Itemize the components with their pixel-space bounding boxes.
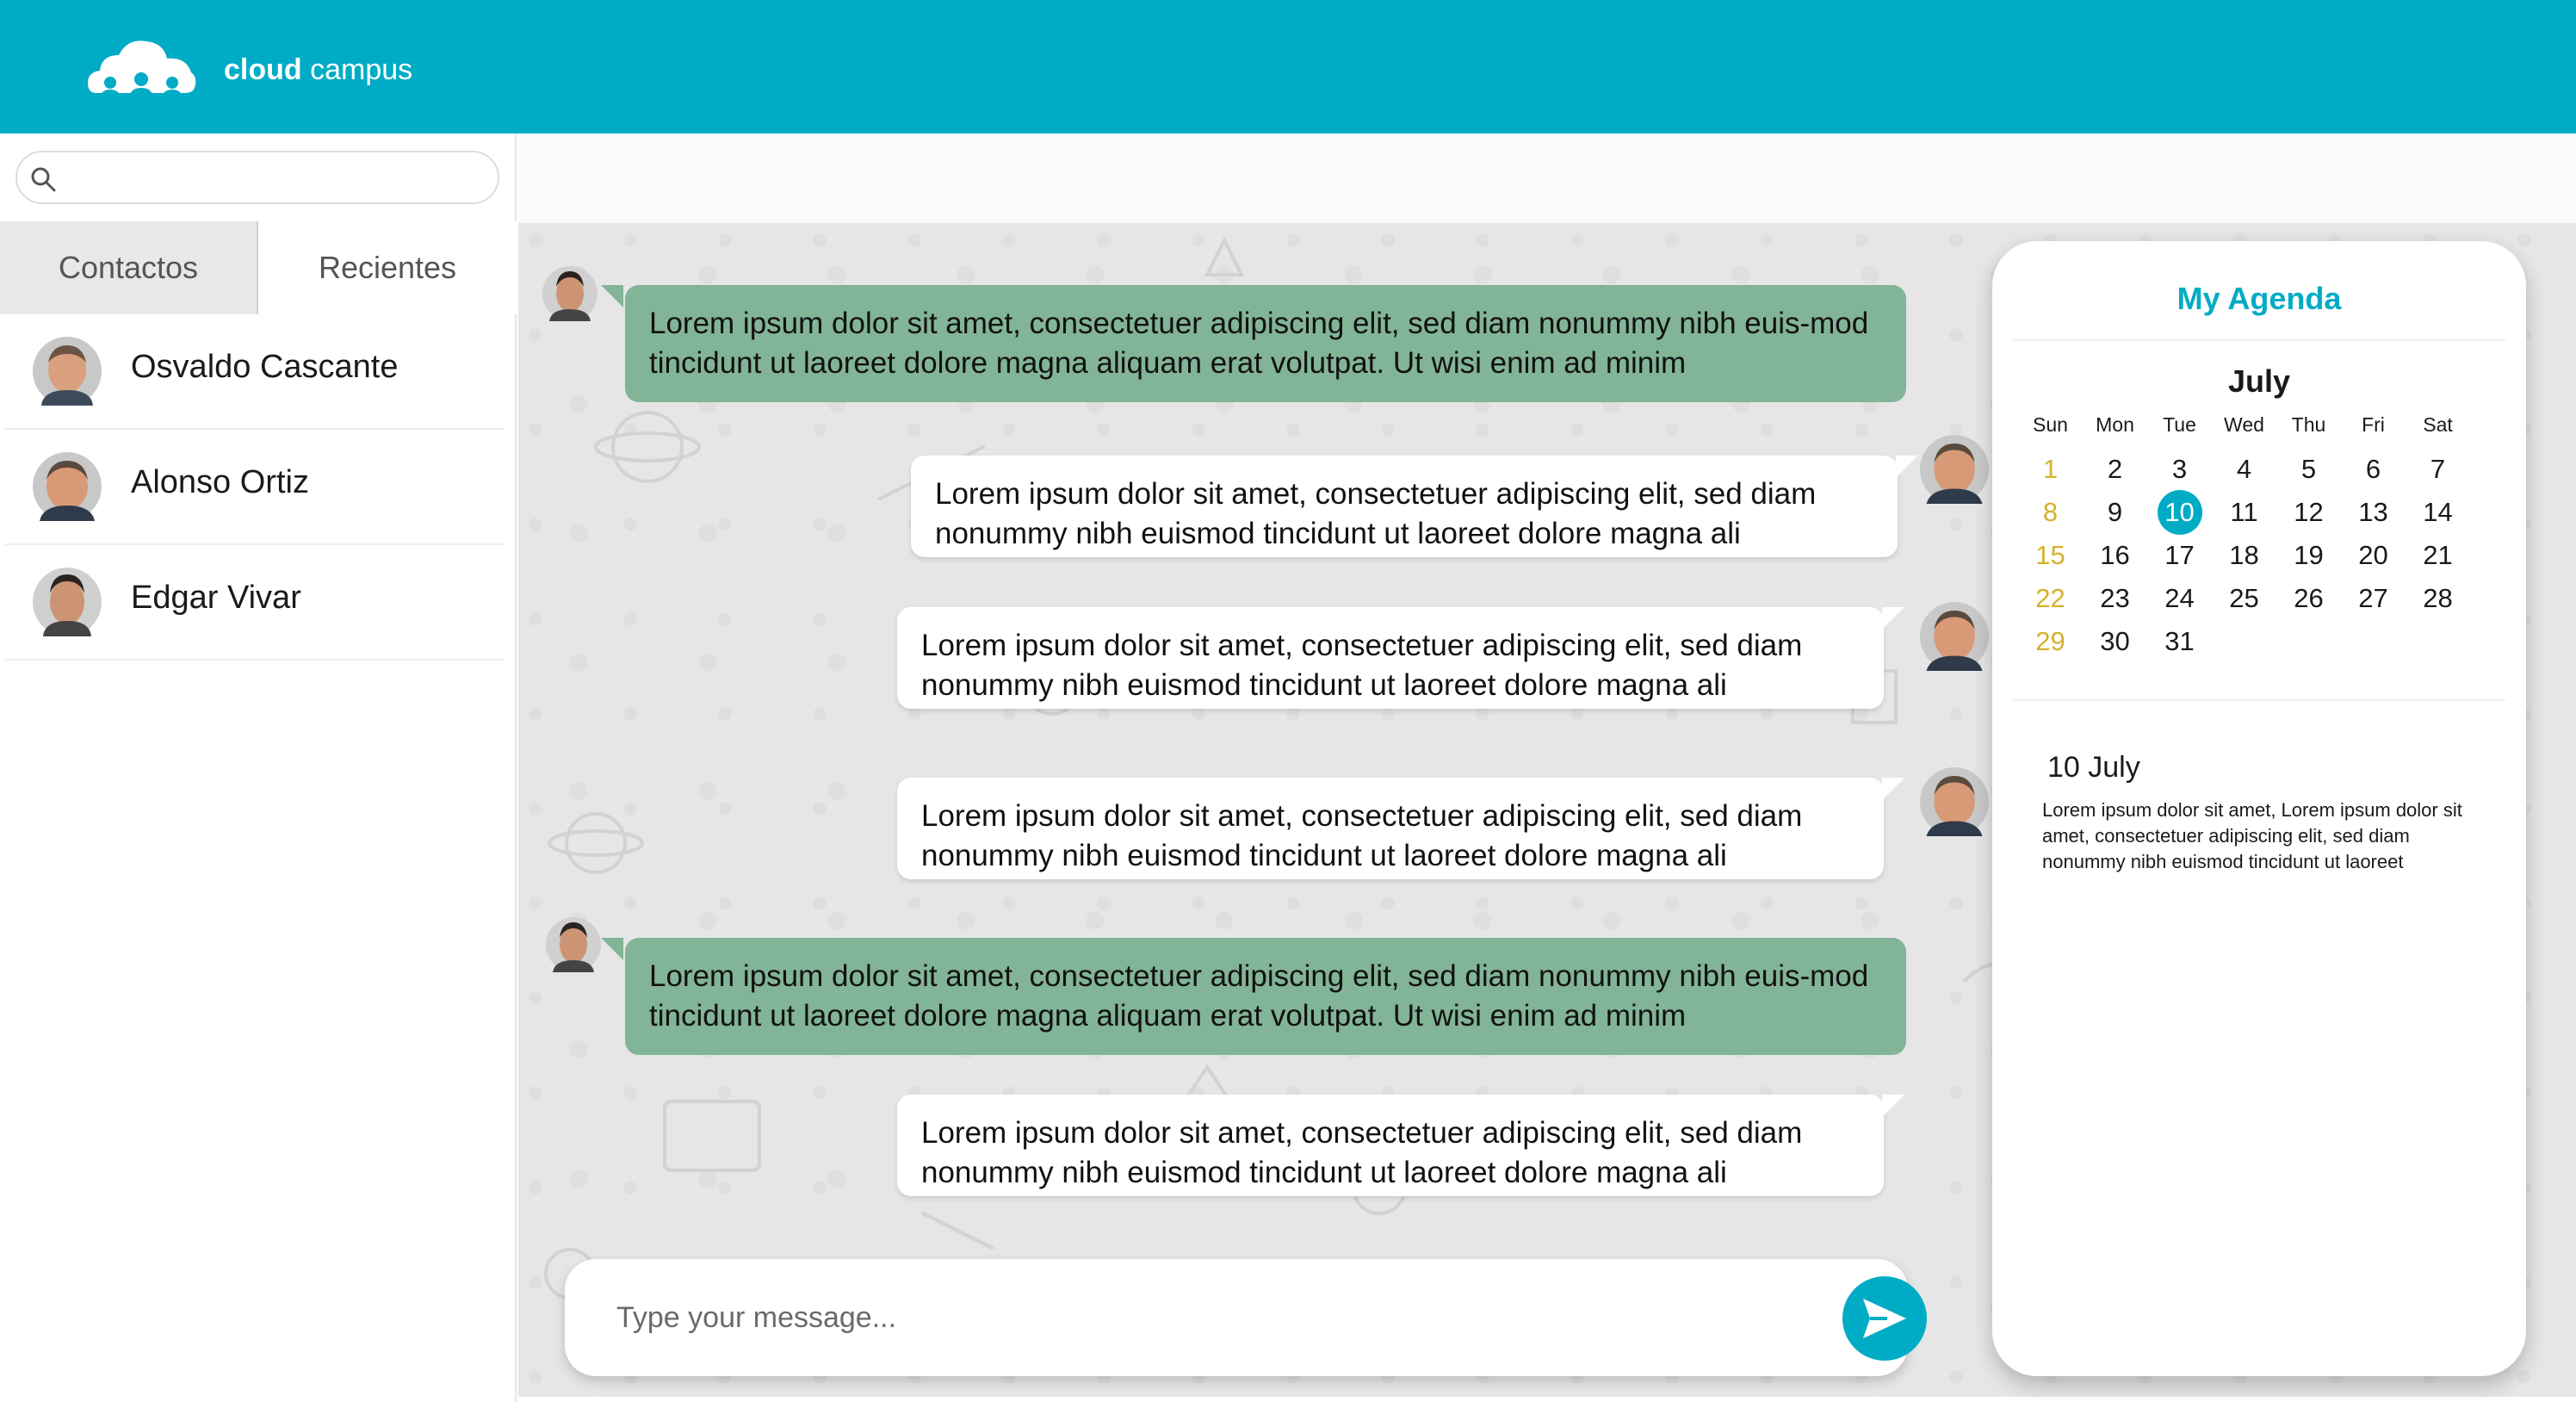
bubble-tail bbox=[601, 285, 623, 307]
agenda-title: My Agenda bbox=[2177, 281, 2342, 316]
weekday-label: Sat bbox=[2423, 413, 2453, 436]
calendar-day[interactable]: 20 bbox=[2341, 534, 2406, 577]
message-text: Lorem ipsum dolor sit amet, consectetuer… bbox=[911, 456, 1898, 557]
sender-avatar bbox=[542, 266, 598, 321]
calendar-day[interactable]: 3 bbox=[2147, 448, 2212, 491]
search-icon bbox=[31, 167, 56, 192]
weekday-label: Sun bbox=[2033, 413, 2068, 436]
avatar bbox=[33, 452, 102, 521]
bubble-tail bbox=[1882, 607, 1904, 630]
contact-item-osvaldo-cascante[interactable]: Osvaldo Cascante bbox=[5, 314, 505, 430]
calendar-day[interactable]: 4 bbox=[2212, 448, 2276, 491]
weekday-label: Fri bbox=[2362, 413, 2385, 436]
calendar-day[interactable]: 22 bbox=[2018, 577, 2083, 620]
search-box[interactable] bbox=[15, 151, 499, 204]
message-input[interactable] bbox=[616, 1293, 1762, 1342]
app-header: cloud campus bbox=[0, 0, 2576, 133]
message-text: Lorem ipsum dolor sit amet, consectetuer… bbox=[897, 778, 1884, 879]
bubble-tail bbox=[1882, 1095, 1904, 1117]
sidebar-tabs: Contactos Recientes bbox=[0, 221, 517, 314]
calendar-day[interactable]: 8 bbox=[2018, 491, 2083, 534]
contact-name: Alonso Ortiz bbox=[131, 464, 309, 500]
tab-recientes[interactable]: Recientes bbox=[258, 221, 517, 314]
calendar-day[interactable]: 7 bbox=[2406, 448, 2470, 491]
calendar-day-selected[interactable]: 10 bbox=[2147, 490, 2212, 535]
calendar-day[interactable]: 29 bbox=[2018, 620, 2083, 663]
message-text: Lorem ipsum dolor sit amet, consectetuer… bbox=[897, 1095, 1884, 1196]
calendar-day[interactable]: 1 bbox=[2018, 448, 2083, 491]
search-input[interactable] bbox=[67, 159, 489, 197]
event-description: Lorem ipsum dolor sit amet, Lorem ipsum … bbox=[2042, 799, 2462, 872]
message-composer bbox=[565, 1259, 1927, 1376]
message-text: Lorem ipsum dolor sit amet, consectetuer… bbox=[625, 938, 1906, 1055]
weekday-label: Wed bbox=[2224, 413, 2264, 436]
weekday-label: Tue bbox=[2163, 413, 2196, 436]
calendar-day[interactable]: 19 bbox=[2276, 534, 2341, 577]
calendar-day[interactable]: 17 bbox=[2147, 534, 2212, 577]
chat-header-bar bbox=[518, 133, 2576, 223]
message-text: Lorem ipsum dolor sit amet, consectetuer… bbox=[897, 607, 1884, 709]
sender-avatar bbox=[546, 917, 601, 972]
calendar-day[interactable]: 23 bbox=[2083, 577, 2147, 620]
calendar-day[interactable]: 12 bbox=[2276, 491, 2341, 534]
contacts-sidebar: Contactos Recientes Osvaldo Cascante Alo… bbox=[0, 133, 517, 1402]
calendar-day[interactable]: 28 bbox=[2406, 577, 2470, 620]
send-icon bbox=[1863, 1299, 1906, 1338]
cloud-campus-logo-icon bbox=[88, 40, 196, 100]
calendar-day[interactable]: 9 bbox=[2083, 491, 2147, 534]
contact-item-alonso-ortiz[interactable]: Alonso Ortiz bbox=[5, 430, 505, 545]
calendar-day[interactable]: 30 bbox=[2083, 620, 2147, 663]
calendar-day[interactable]: 24 bbox=[2147, 577, 2212, 620]
calendar-day[interactable]: 11 bbox=[2212, 491, 2276, 534]
contact-name: Edgar Vivar bbox=[131, 580, 301, 616]
brand-name-light: campus bbox=[310, 53, 413, 86]
calendar-day[interactable]: 18 bbox=[2212, 534, 2276, 577]
avatar bbox=[33, 337, 102, 406]
contact-item-edgar-vivar[interactable]: Edgar Vivar bbox=[5, 545, 505, 661]
calendar-day[interactable]: 16 bbox=[2083, 534, 2147, 577]
agenda-panel: My Agenda July Sun Mon Tue Wed Thu Fri Sat 1 2 3 4… bbox=[1992, 241, 2526, 1376]
calendar-day[interactable]: 5 bbox=[2276, 448, 2341, 491]
message-text: Lorem ipsum dolor sit amet, consectetuer… bbox=[625, 285, 1906, 402]
contact-list: Osvaldo Cascante Alonso Ortiz Edgar Viva… bbox=[0, 314, 517, 661]
calendar-day[interactable]: 6 bbox=[2341, 448, 2406, 491]
calendar-day[interactable]: 15 bbox=[2018, 534, 2083, 577]
divider bbox=[2013, 699, 2505, 701]
calendar-day[interactable]: 31 bbox=[2147, 620, 2212, 663]
calendar-month: July bbox=[2227, 363, 2291, 399]
tab-contactos[interactable]: Contactos bbox=[0, 221, 258, 314]
bubble-tail bbox=[1896, 456, 1918, 478]
calendar-day[interactable]: 27 bbox=[2341, 577, 2406, 620]
avatar bbox=[33, 568, 102, 636]
calendar-day[interactable]: 13 bbox=[2341, 491, 2406, 534]
weekday-label: Thu bbox=[2291, 413, 2326, 436]
sender-avatar bbox=[1920, 602, 1989, 671]
calendar-day[interactable]: 14 bbox=[2406, 491, 2470, 534]
calendar-day[interactable]: 26 bbox=[2276, 577, 2341, 620]
contact-name: Osvaldo Cascante bbox=[131, 349, 399, 385]
event-date: 10 July bbox=[2047, 751, 2140, 784]
divider bbox=[2013, 339, 2505, 341]
calendar-day[interactable]: 2 bbox=[2083, 448, 2147, 491]
brand-name: cloud campus bbox=[224, 48, 412, 91]
brand-name-bold: cloud bbox=[224, 53, 302, 86]
weekday-label: Mon bbox=[2096, 413, 2134, 436]
sender-avatar bbox=[1920, 435, 1989, 504]
send-button[interactable] bbox=[1842, 1276, 1927, 1361]
calendar-day[interactable]: 25 bbox=[2212, 577, 2276, 620]
calendar-day[interactable]: 21 bbox=[2406, 534, 2470, 577]
bubble-tail bbox=[1882, 778, 1904, 800]
sender-avatar bbox=[1920, 767, 1989, 836]
bubble-tail bbox=[601, 938, 623, 960]
